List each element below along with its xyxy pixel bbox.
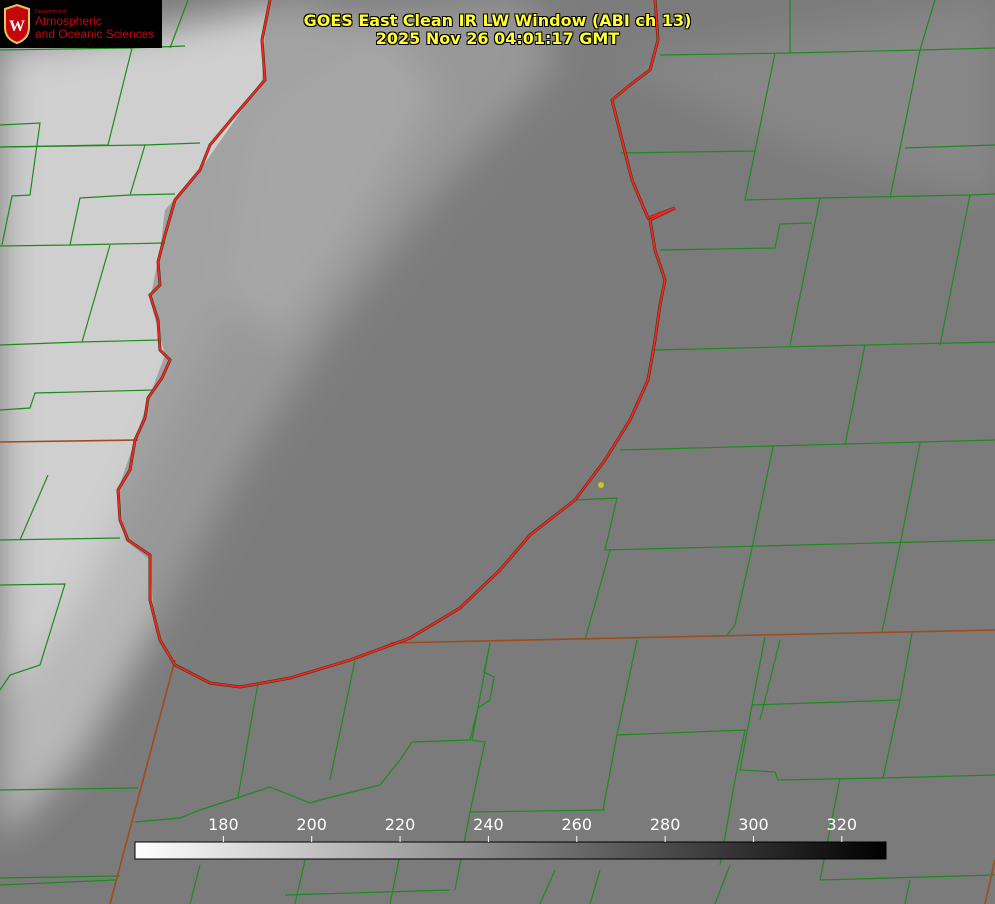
colorbar-tick-label: 200 [296, 815, 327, 834]
station-marker[interactable] [598, 482, 604, 488]
colorbar-tick-label: 300 [738, 815, 769, 834]
colorbar-tick-label: 240 [473, 815, 504, 834]
product-title: GOES East Clean IR LW Window (ABI ch 13) [303, 11, 692, 30]
colorbar-gradient [134, 841, 887, 860]
image-timestamp: 2025 Nov 26 04:01:17 GMT [375, 29, 620, 48]
colorbar-tick-label: 220 [385, 815, 416, 834]
colorbar-tick-label: 180 [208, 815, 239, 834]
colorbar-tick-label: 260 [561, 815, 592, 834]
satellite-viewer: 180 200 220 240 260 280 300 320 W Department of… [0, 0, 995, 904]
colorbar-tick-label: 320 [827, 815, 858, 834]
colorbar-tick-label: 280 [650, 815, 681, 834]
satellite-map: 180 200 220 240 260 280 300 320 [0, 0, 995, 904]
